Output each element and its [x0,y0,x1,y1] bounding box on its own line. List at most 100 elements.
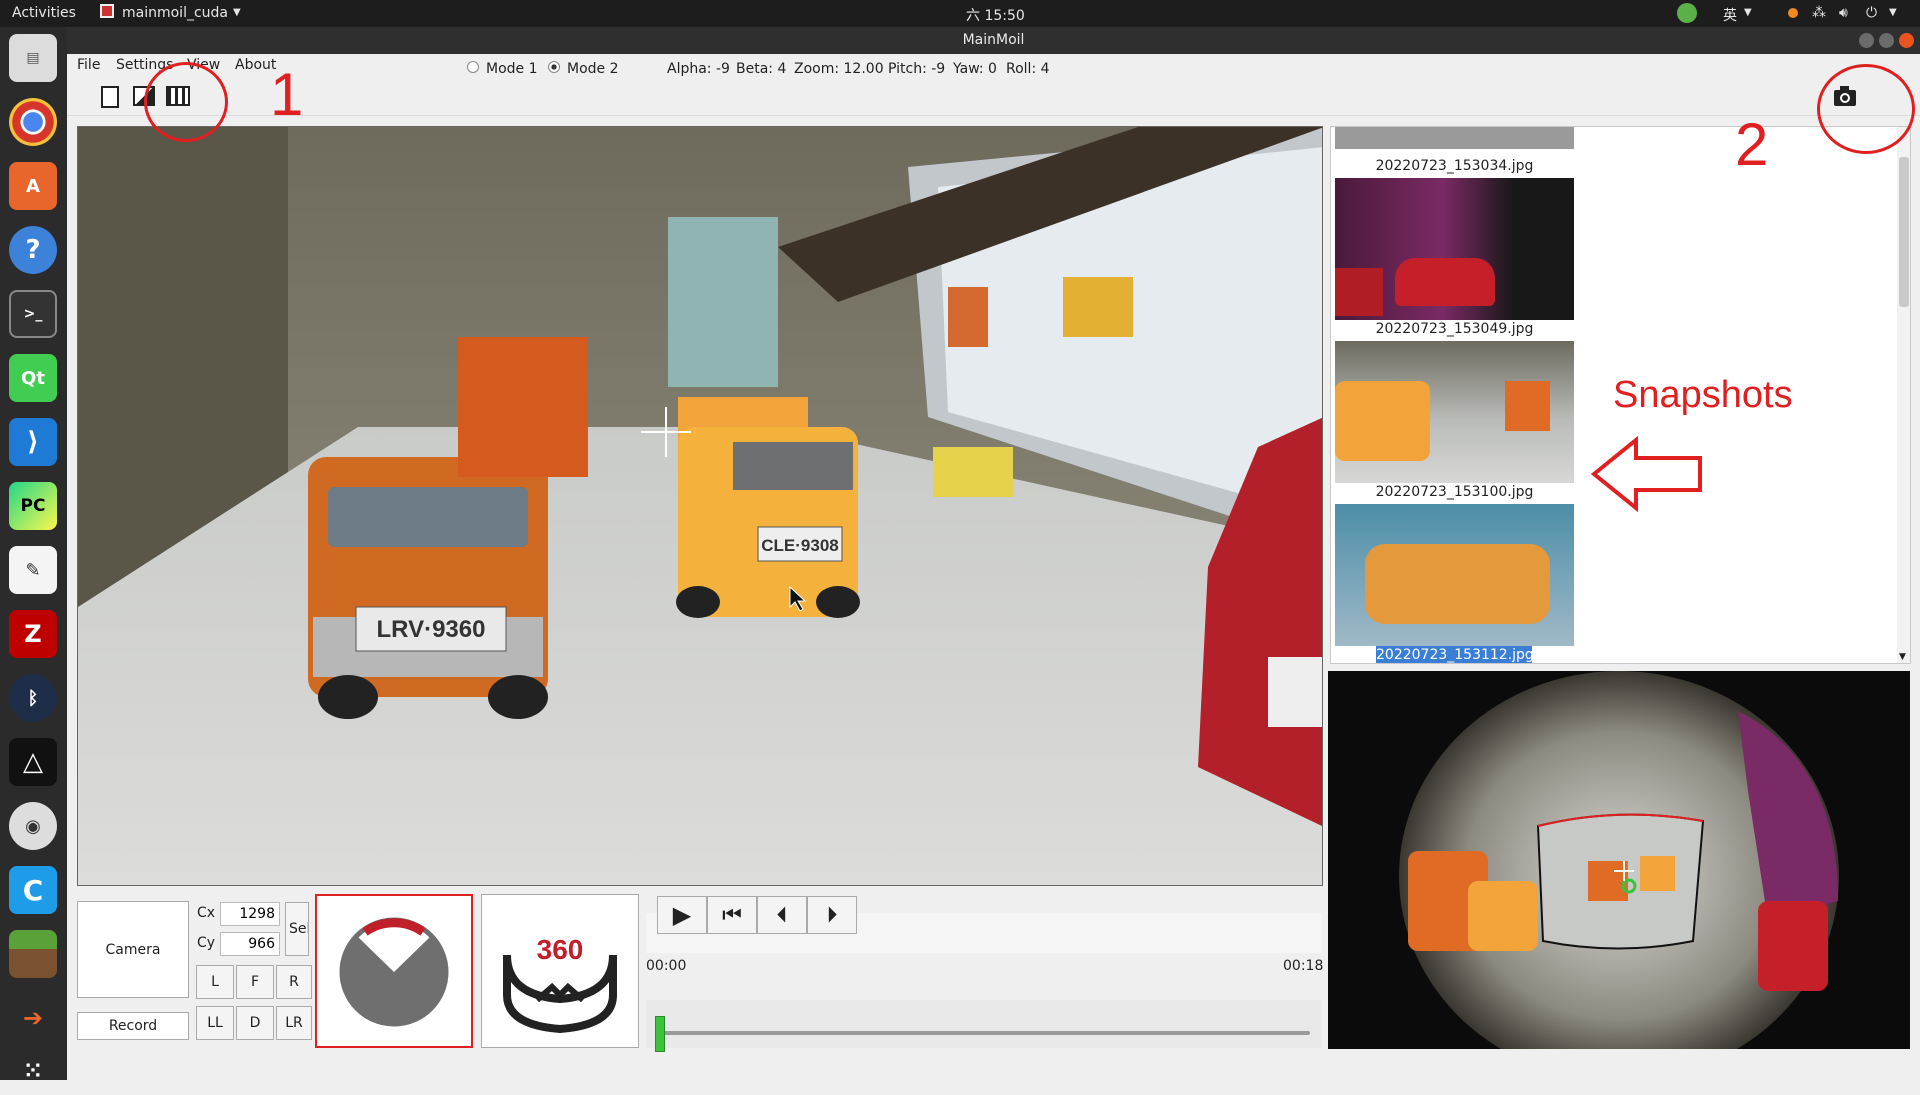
dir-f-button[interactable]: F [236,965,274,999]
camera-scene: LRV·9360 CLE·9308 [78,127,1322,885]
seek-handle[interactable] [655,1016,665,1052]
network-icon[interactable]: ⁂ [1812,5,1826,21]
chevron-down-icon: ▼ [233,7,241,18]
chevron-down-icon: ▼ [1889,7,1897,18]
step-back-button[interactable]: ⏴ [757,896,807,934]
maximize-button[interactable] [1879,33,1894,48]
panorama-360-icon: 360 [503,934,617,1034]
yaw-readout: Yaw: 0 [953,61,997,77]
main-video-view[interactable]: LRV·9360 CLE·9308 [77,126,1323,886]
webcam-icon[interactable]: ◉ [9,802,57,850]
record-button[interactable]: Record [77,1012,189,1040]
show-apps-grid-icon[interactable]: ⁙ [9,1047,57,1095]
annotation-number-1: 1 [270,61,304,128]
set-button[interactable]: Sel [285,902,309,956]
mode2-label[interactable]: Mode 2 [567,61,619,77]
fisheye-scene [1399,671,1839,1049]
system-top-bar: Activities mainmoil_cuda ▼ 六 15:50 英 ▼ ⁂… [0,0,1920,27]
mode1-radio[interactable] [467,61,479,73]
seek-track[interactable] [660,1031,1310,1035]
help-icon[interactable]: ? [9,226,57,274]
cy-input[interactable] [220,932,280,956]
cy-label: Cy [197,935,216,951]
power-icon[interactable]: ⏻ [1866,5,1877,21]
license-plate-left: LRV·9360 [377,616,486,643]
toy-truck-center: CLE·9308 [676,397,860,618]
snapshot-caption-1[interactable]: 20220723_153034.jpg [1335,157,1574,175]
snapshot-thumbnail-3[interactable] [1335,341,1574,483]
annotation-circle-2 [1817,64,1915,154]
software-center-icon[interactable]: A [9,162,57,210]
filezilla-icon[interactable]: Z [9,610,57,658]
window-titlebar: MainMoil [67,27,1920,54]
notification-dot-icon[interactable] [1788,8,1798,18]
snapshot-caption-4[interactable]: 20220723_153112.jpg [1376,646,1534,663]
panorama-360-button[interactable]: 360 [481,894,639,1048]
chevron-down-icon: ▼ [1744,7,1752,18]
pycharm-icon[interactable]: PC [9,482,57,530]
annotation-number-2: 2 [1735,111,1769,178]
anypoint-mode-button[interactable] [315,894,473,1048]
app-icon [100,4,114,18]
snapshot-scrollbar[interactable]: ▼ [1897,127,1910,663]
minimize-button[interactable] [1859,33,1874,48]
panorama-360-label: 360 [537,934,584,965]
terminal-icon[interactable]: >_ [9,290,57,338]
mode2-radio[interactable] [548,61,560,73]
cx-input[interactable] [220,902,280,926]
clion-icon[interactable]: C [9,866,57,914]
files-icon[interactable]: ▤ [9,34,57,82]
dir-d-button[interactable]: D [236,1006,274,1040]
step-forward-button[interactable]: ⏵ [807,896,857,934]
step-forward-icon: ⏵ [826,902,838,928]
arrow-app-icon[interactable]: ➔ [9,994,57,1042]
gauge-icon [339,917,449,1027]
scrollbar-thumb[interactable] [1899,157,1909,307]
annotation-snapshots-label: Snapshots [1613,374,1793,416]
input-method[interactable]: 英 [1723,5,1737,25]
skip-to-start-button[interactable]: ⏮ [707,896,757,934]
seek-area [646,1000,1322,1048]
fisheye-preview[interactable] [1328,671,1910,1049]
time-total: 00:18 [1283,958,1324,974]
step-back-icon: ⏴ [776,902,788,928]
dir-r-button[interactable]: R [276,965,312,999]
bluetooth-icon[interactable]: ᛒ [9,674,57,722]
vscode-icon[interactable]: ⟩ [9,418,57,466]
clock[interactable]: 六 15:50 [966,5,1025,25]
open-file-icon[interactable] [101,86,119,108]
scroll-down-arrow-icon[interactable]: ▼ [1899,652,1906,662]
skip-back-icon: ⏮ [722,902,742,928]
minecraft-icon[interactable] [9,930,57,978]
chrome-icon[interactable] [9,98,57,146]
camera-button[interactable]: Camera [77,901,189,998]
menu-file[interactable]: File [77,57,100,73]
volume-icon[interactable]: 🔊︎ [1839,5,1848,21]
time-elapsed: 00:00 [646,958,687,974]
alpha-readout: Alpha: -9 [667,61,730,77]
snapshot-thumbnail-2[interactable] [1335,178,1574,320]
snapshot-thumbnail-1[interactable] [1335,127,1574,149]
snapshot-caption-3[interactable]: 20220723_153100.jpg [1335,483,1574,501]
arduino-icon[interactable]: △ [9,738,57,786]
play-button[interactable]: ▶ [657,896,707,934]
tray-app-icon[interactable] [1677,3,1697,23]
snapshot-thumbnail-4[interactable] [1335,504,1574,646]
application-dock: ▤ A ? >_ Qt ⟩ PC ✎ Z ᛒ △ ◉ C ➔ ⁙ [0,27,67,1084]
dir-lr-button[interactable]: LR [276,1006,312,1040]
mode1-label[interactable]: Mode 1 [486,61,538,77]
snapshot-caption-2[interactable]: 20220723_153049.jpg [1335,320,1574,338]
dir-l-button[interactable]: L [196,965,234,999]
dir-ll-button[interactable]: LL [196,1006,234,1040]
activities-button[interactable]: Activities [12,5,76,21]
app-menu[interactable]: mainmoil_cuda [122,5,228,21]
menu-bar: File Settings View About Mode 1 Mode 2 A… [67,54,1920,78]
close-button[interactable] [1899,33,1914,48]
text-editor-icon[interactable]: ✎ [9,546,57,594]
zoom-readout: Zoom: 12.00 [794,61,884,77]
license-plate-center: CLE·9308 [761,536,838,555]
pitch-readout: Pitch: -9 [888,61,946,77]
beta-readout: Beta: 4 [736,61,787,77]
annotation-arrow-left-icon [1590,436,1702,512]
qt-creator-icon[interactable]: Qt [9,354,57,402]
